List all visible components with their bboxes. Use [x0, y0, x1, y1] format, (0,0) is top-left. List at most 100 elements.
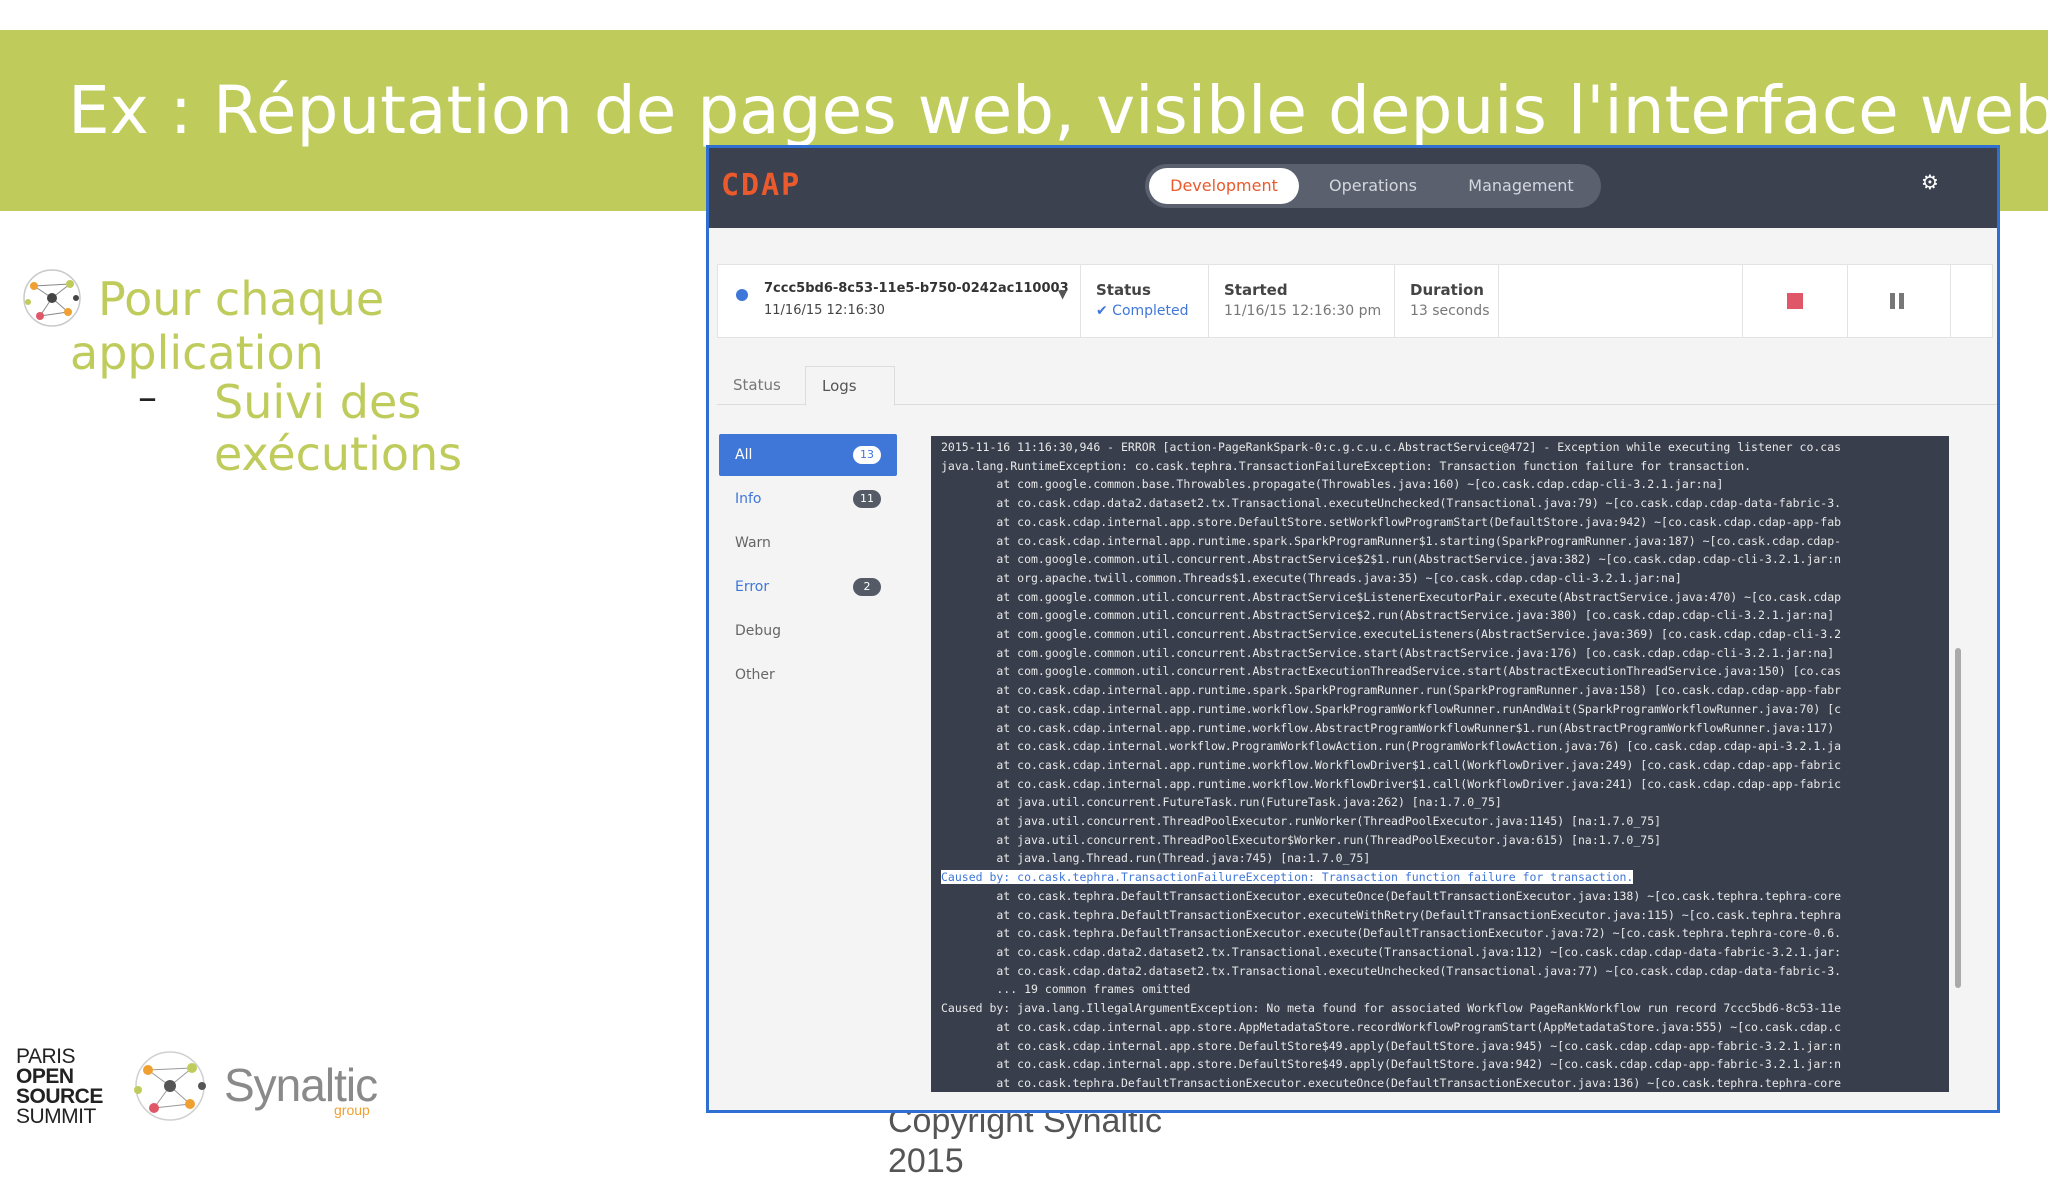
log-lines: 2015-11-16 11:16:30,946 - ERROR [action-… — [941, 438, 1841, 1092]
log-line: at co.cask.cdap.data2.dataset2.tx.Transa… — [941, 496, 1842, 511]
log-line: at co.cask.tephra.DefaultTransactionExec… — [941, 907, 1842, 922]
log-line: at com.google.common.util.concurrent.Abs… — [941, 589, 1842, 604]
log-line: at java.util.concurrent.ThreadPoolExecut… — [941, 832, 1662, 847]
log-line: at co.cask.cdap.data2.dataset2.tx.Transa… — [941, 963, 1842, 978]
status-badge: ✔ Completed — [1096, 303, 1189, 319]
tab-logs[interactable]: Logs — [805, 366, 895, 406]
log-line: at com.google.common.util.concurrent.Abs… — [941, 664, 1842, 679]
network-bullet-icon — [23, 269, 81, 327]
stop-icon — [1787, 293, 1803, 309]
filter-error-label: Error — [735, 579, 770, 595]
nav-switcher: Development Operations Management — [1145, 164, 1601, 208]
log-line: at com.google.common.util.concurrent.Abs… — [941, 627, 1842, 642]
stop-button[interactable] — [1742, 265, 1848, 337]
cdap-logo[interactable]: CDAP — [721, 168, 801, 203]
filter-debug[interactable]: Debug — [719, 610, 897, 652]
cdap-screenshot: CDAP Development Operations Management ⚙… — [706, 145, 2000, 1113]
log-line: at com.google.common.util.concurrent.Abs… — [941, 552, 1842, 567]
log-line: at co.cask.cdap.internal.app.runtime.spa… — [941, 683, 1842, 698]
log-line: at co.cask.cdap.internal.workflow.Progra… — [941, 739, 1842, 754]
log-line: at co.cask.cdap.internal.app.store.AppMe… — [941, 1019, 1842, 1034]
run-selector[interactable]: 7ccc5bd6-8c53-11e5-b750-0242ac110003 11/… — [718, 265, 1081, 337]
log-line: at co.cask.cdap.internal.app.runtime.spa… — [941, 533, 1842, 548]
log-line: at co.cask.cdap.internal.app.store.Defau… — [941, 1057, 1842, 1072]
sub-bullet-dash: – — [138, 375, 157, 419]
filter-all-count: 13 — [853, 446, 881, 464]
duration-value: 13 seconds — [1410, 303, 1490, 319]
duration-cell: Duration 13 seconds — [1394, 265, 1499, 337]
filter-warn-label: Warn — [735, 535, 771, 551]
filter-debug-label: Debug — [735, 623, 782, 639]
synaltic-logo-icon — [134, 1051, 206, 1121]
run-id: 7ccc5bd6-8c53-11e5-b750-0242ac110003 — [764, 281, 1069, 296]
nav-tab-management[interactable]: Management — [1445, 168, 1597, 204]
detail-tabs: Status Logs — [717, 358, 1997, 406]
log-line: at co.cask.tephra.DefaultTransactionExec… — [941, 1075, 1842, 1090]
run-status-dot — [736, 289, 748, 301]
log-line: at co.cask.cdap.internal.app.runtime.wor… — [941, 776, 1842, 791]
filter-warn[interactable]: Warn — [719, 522, 897, 564]
tab-status[interactable]: Status — [717, 366, 797, 404]
paris-logo-line4: SUMMIT — [16, 1105, 96, 1128]
log-line: at co.cask.cdap.internal.app.store.Defau… — [941, 1038, 1842, 1053]
log-line: at com.google.common.util.concurrent.Abs… — [941, 645, 1835, 660]
filter-info-count: 11 — [853, 490, 881, 508]
filter-all-label: All — [735, 447, 753, 463]
paris-logo-line3: SOURCE — [16, 1085, 103, 1108]
cdap-topbar: CDAP Development Operations Management ⚙ — [709, 148, 1997, 228]
run-time: 11/16/15 12:16:30 — [764, 303, 885, 318]
started-value: 11/16/15 12:16:30 pm — [1224, 303, 1382, 319]
status-label: Status — [1096, 281, 1151, 299]
started-cell: Started 11/16/15 12:16:30 pm — [1208, 265, 1395, 337]
log-line: at co.cask.cdap.internal.app.store.Defau… — [941, 514, 1842, 529]
log-line: 2015-11-16 11:16:30,946 - ERROR [action-… — [941, 440, 1842, 454]
filter-error[interactable]: Error 2 — [719, 566, 897, 608]
bullet-text-line1: Pour chaque — [98, 272, 385, 326]
log-line: at co.cask.cdap.internal.app.runtime.wor… — [941, 701, 1842, 716]
sub-bullet-line2: exécutions — [214, 427, 463, 481]
slide-title: Ex : Réputation de pages web, visible de… — [68, 72, 2048, 149]
bullet-text-line2: application — [70, 326, 324, 380]
pause-icon-bar — [1899, 293, 1904, 309]
log-line: java.lang.RuntimeException: co.cask.teph… — [941, 458, 1752, 473]
log-line: Caused by: co.cask.tephra.TransactionFai… — [941, 870, 1634, 885]
filter-info-label: Info — [735, 491, 762, 507]
log-line: at java.lang.Thread.run(Thread.java:745)… — [941, 851, 1371, 866]
log-line: at co.cask.cdap.internal.app.runtime.wor… — [941, 720, 1835, 735]
filter-all[interactable]: All 13 — [719, 434, 897, 476]
log-viewer[interactable]: 2015-11-16 11:16:30,946 - ERROR [action-… — [931, 436, 1949, 1092]
pause-icon — [1890, 293, 1895, 309]
sub-bullet-text: Suivi des exécutions — [214, 376, 462, 480]
filter-other-label: Other — [735, 667, 775, 683]
log-line: Caused by: java.lang.IllegalArgumentExce… — [941, 1001, 1842, 1016]
nav-tab-development[interactable]: Development — [1149, 168, 1299, 204]
log-line: at com.google.common.util.concurrent.Abs… — [941, 608, 1835, 623]
duration-label: Duration — [1410, 281, 1484, 299]
nav-tab-operations[interactable]: Operations — [1305, 168, 1441, 204]
log-line: at co.cask.tephra.DefaultTransactionExec… — [941, 888, 1842, 903]
log-scrollbar[interactable] — [1955, 648, 1961, 988]
paris-open-source-summit-logo: PARIS OPEN SOURCE SUMMIT — [16, 1045, 103, 1128]
status-cell: Status ✔ Completed — [1080, 265, 1209, 337]
log-line: ... 19 common frames omitted — [941, 982, 1191, 997]
started-label: Started — [1224, 281, 1288, 299]
filter-error-count: 2 — [853, 578, 881, 596]
log-line: at java.util.concurrent.FutureTask.run(F… — [941, 795, 1502, 810]
copyright-line2: 2015 — [888, 1142, 964, 1180]
log-line: at java.util.concurrent.ThreadPoolExecut… — [941, 814, 1662, 829]
synaltic-group-label: group — [334, 1102, 370, 1118]
log-line: at org.apache.twill.common.Threads$1.exe… — [941, 570, 1682, 585]
sub-bullet-line1: Suivi des — [214, 375, 422, 429]
filter-other[interactable]: Other — [719, 654, 897, 696]
run-info-bar: 7ccc5bd6-8c53-11e5-b750-0242ac110003 11/… — [717, 264, 1993, 338]
chevron-down-icon[interactable]: ▼ — [1058, 287, 1067, 301]
filter-info[interactable]: Info 11 — [719, 478, 897, 520]
log-line: at com.google.common.base.Throwables.pro… — [941, 477, 1724, 492]
pause-button[interactable] — [1846, 265, 1951, 337]
paris-logo-line1: PARIS — [16, 1045, 75, 1068]
gear-icon[interactable]: ⚙ — [1921, 170, 1939, 194]
log-line: at co.cask.tephra.DefaultTransactionExec… — [941, 926, 1842, 941]
paris-logo-line2: OPEN — [16, 1065, 74, 1088]
log-line: at co.cask.cdap.data2.dataset2.tx.Transa… — [941, 944, 1842, 959]
log-line: at co.cask.cdap.internal.app.runtime.wor… — [941, 757, 1842, 772]
